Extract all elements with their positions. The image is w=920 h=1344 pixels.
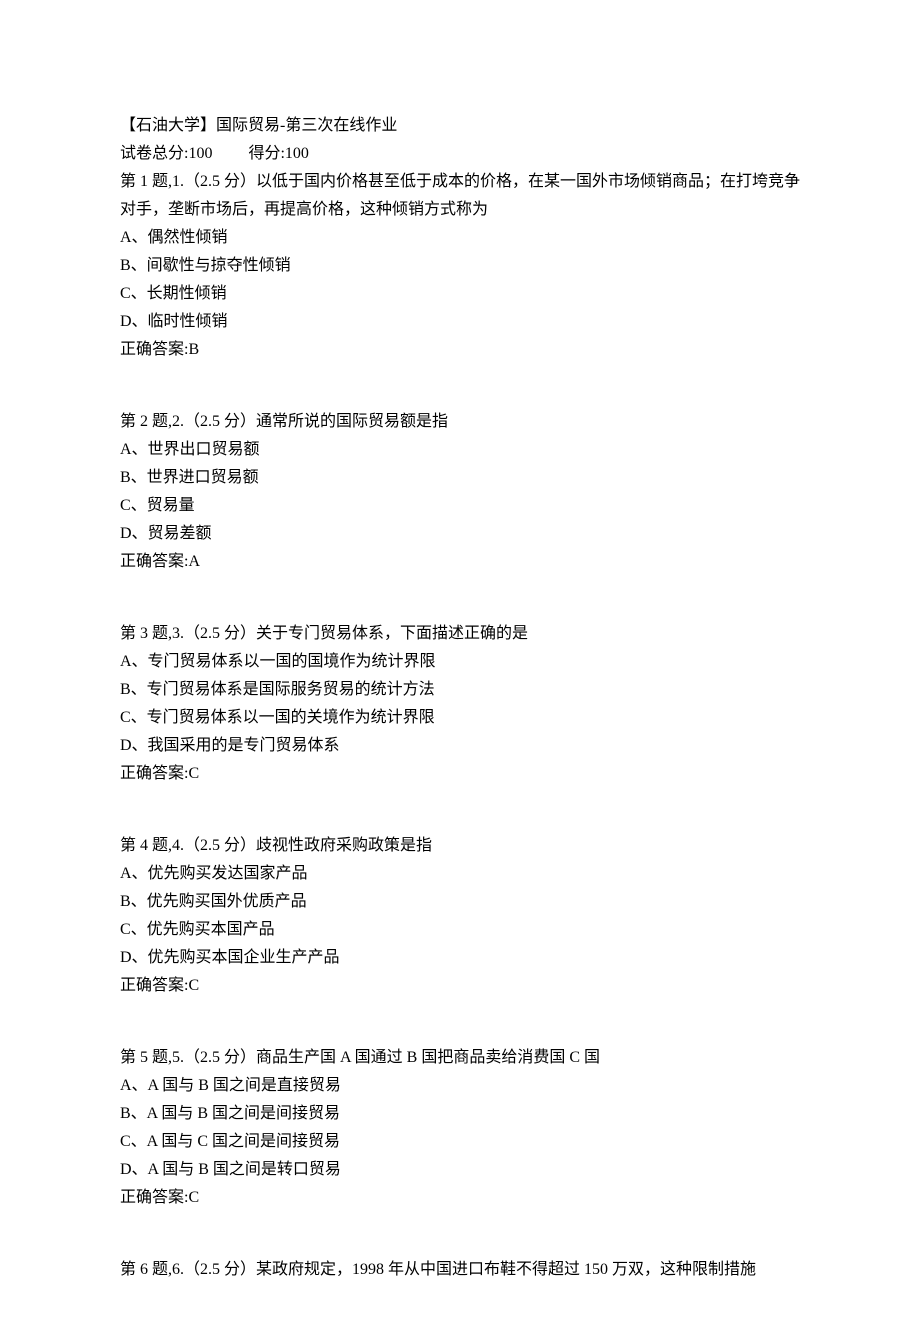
- question-option: D、贸易差额: [120, 520, 800, 548]
- question-prompt: 第 2 题,2.（2.5 分）通常所说的国际贸易额是指: [120, 408, 800, 436]
- question-5: 第 5 题,5.（2.5 分）商品生产国 A 国通过 B 国把商品卖给消费国 C…: [120, 1044, 800, 1212]
- question-prompt: 第 4 题,4.（2.5 分）歧视性政府采购政策是指: [120, 832, 800, 860]
- total-score-label: 试卷总分:100: [120, 145, 212, 162]
- question-option: C、A 国与 C 国之间是间接贸易: [120, 1128, 800, 1156]
- question-option: D、临时性倾销: [120, 308, 800, 336]
- question-option: B、A 国与 B 国之间是间接贸易: [120, 1100, 800, 1128]
- question-prompt: 第 6 题,6.（2.5 分）某政府规定，1998 年从中国进口布鞋不得超过 1…: [120, 1256, 800, 1284]
- question-option: A、A 国与 B 国之间是直接贸易: [120, 1072, 800, 1100]
- question-option: C、贸易量: [120, 492, 800, 520]
- question-prompt: 第 1 题,1.（2.5 分）以低于国内价格甚至低于成本的价格，在某一国外市场倾…: [120, 168, 800, 224]
- question-6: 第 6 题,6.（2.5 分）某政府规定，1998 年从中国进口布鞋不得超过 1…: [120, 1256, 800, 1284]
- question-option: C、专门贸易体系以一国的关境作为统计界限: [120, 704, 800, 732]
- question-answer: 正确答案:B: [120, 336, 800, 364]
- question-option: D、我国采用的是专门贸易体系: [120, 732, 800, 760]
- question-option: A、专门贸易体系以一国的国境作为统计界限: [120, 648, 800, 676]
- question-option: D、A 国与 B 国之间是转口贸易: [120, 1156, 800, 1184]
- question-answer: 正确答案:C: [120, 1184, 800, 1212]
- question-4: 第 4 题,4.（2.5 分）歧视性政府采购政策是指 A、优先购买发达国家产品 …: [120, 832, 800, 1000]
- question-option: B、优先购买国外优质产品: [120, 888, 800, 916]
- question-answer: 正确答案:C: [120, 972, 800, 1000]
- question-option: B、专门贸易体系是国际服务贸易的统计方法: [120, 676, 800, 704]
- question-option: C、长期性倾销: [120, 280, 800, 308]
- question-answer: 正确答案:C: [120, 760, 800, 788]
- question-prompt: 第 3 题,3.（2.5 分）关于专门贸易体系，下面描述正确的是: [120, 620, 800, 648]
- question-option: B、间歇性与掠夺性倾销: [120, 252, 800, 280]
- question-option: A、世界出口贸易额: [120, 436, 800, 464]
- question-prompt: 第 5 题,5.（2.5 分）商品生产国 A 国通过 B 国把商品卖给消费国 C…: [120, 1044, 800, 1072]
- score-line: 试卷总分:100 得分:100: [120, 140, 800, 168]
- question-option: B、世界进口贸易额: [120, 464, 800, 492]
- document-title: 【石油大学】国际贸易-第三次在线作业: [120, 112, 800, 140]
- question-option: D、优先购买本国企业生产产品: [120, 944, 800, 972]
- question-option: A、优先购买发达国家产品: [120, 860, 800, 888]
- got-score-label: 得分:100: [248, 145, 308, 162]
- question-3: 第 3 题,3.（2.5 分）关于专门贸易体系，下面描述正确的是 A、专门贸易体…: [120, 620, 800, 788]
- question-option: C、优先购买本国产品: [120, 916, 800, 944]
- question-2: 第 2 题,2.（2.5 分）通常所说的国际贸易额是指 A、世界出口贸易额 B、…: [120, 408, 800, 576]
- question-answer: 正确答案:A: [120, 548, 800, 576]
- question-1: 第 1 题,1.（2.5 分）以低于国内价格甚至低于成本的价格，在某一国外市场倾…: [120, 168, 800, 364]
- question-option: A、偶然性倾销: [120, 224, 800, 252]
